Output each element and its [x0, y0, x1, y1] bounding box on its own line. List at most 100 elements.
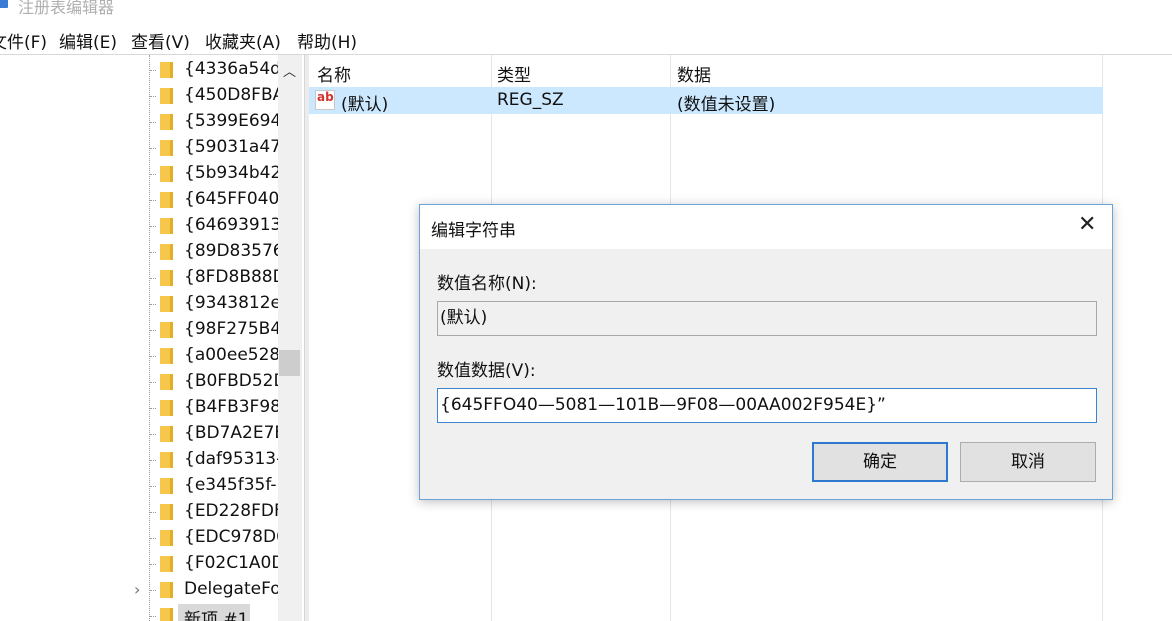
tree-item-label: {F02C1A0D [184, 553, 278, 573]
menu-view[interactable]: 查看(V) [131, 28, 190, 53]
tree-item[interactable]: 新项 #1 [0, 603, 278, 621]
tree-item[interactable]: {9343812e [0, 291, 278, 317]
tree-item-label: {B4FB3F98 [184, 397, 278, 417]
tree-item[interactable]: {89D83576 [0, 239, 278, 265]
tree-scrollbar[interactable]: ︿ [278, 55, 302, 621]
folder-icon [160, 530, 173, 546]
tree-item[interactable]: {a00ee528 [0, 343, 278, 369]
folder-icon [160, 114, 173, 130]
tree-item-label: {645FF040 [184, 189, 278, 209]
registry-icon [0, 0, 8, 8]
tree-item-label: {8FD8B88D [184, 267, 278, 287]
edit-string-dialog: 编辑字符串 ✕ 数值名称(N): (默认) 数值数据(V): {645FFO40… [419, 204, 1113, 500]
tree-item[interactable]: {F02C1A0D [0, 551, 278, 577]
folder-icon [160, 218, 173, 234]
menu-help[interactable]: 帮助(H) [297, 28, 357, 53]
tree-item[interactable]: {BD7A2E7E [0, 421, 278, 447]
tree-connector [150, 174, 156, 175]
folder-icon [160, 270, 173, 286]
close-icon[interactable]: ✕ [1078, 213, 1096, 237]
chevron-right-icon[interactable]: › [134, 580, 140, 599]
folder-icon [160, 608, 173, 621]
tree-item[interactable]: {450D8FBA [0, 83, 278, 109]
tree-connector [150, 486, 156, 487]
cancel-button[interactable]: 取消 [960, 442, 1096, 482]
tree-connector [150, 226, 156, 227]
folder-icon [160, 192, 173, 208]
value-name-field: (默认) [437, 301, 1097, 336]
tree-item-label: {ED228FDF [184, 501, 278, 521]
tree-connector [150, 278, 156, 279]
tree-connector [150, 616, 156, 617]
folder-icon [160, 166, 173, 182]
tree-item-label: {89D83576 [184, 241, 278, 261]
tree-connector [150, 564, 156, 565]
tree-item[interactable]: {64693913 [0, 213, 278, 239]
folder-icon [160, 478, 173, 494]
folder-icon [160, 504, 173, 520]
column-header-name[interactable]: 名称 [317, 61, 351, 86]
folder-icon [160, 140, 173, 156]
tree-item[interactable]: {8FD8B88D [0, 265, 278, 291]
folder-icon [160, 296, 173, 312]
tree-item-label: {5b934b42 [184, 163, 278, 183]
tree-item-label: {64693913 [184, 215, 278, 235]
tree-connector [150, 96, 156, 97]
folder-icon [160, 244, 173, 260]
window-title: 注册表编辑器 [18, 0, 115, 17]
menu-bar: 文件(F) 编辑(E) 查看(V) 收藏夹(A) 帮助(H) [0, 24, 1172, 55]
ok-button[interactable]: 确定 [812, 442, 948, 482]
tree-item[interactable]: {e345f35f- [0, 473, 278, 499]
tree-guide-line [149, 55, 150, 621]
menu-favorites[interactable]: 收藏夹(A) [205, 28, 281, 53]
value-name-label: 数值名称(N): [437, 274, 537, 294]
tree-item-label: {B0FBD52D [184, 371, 278, 391]
tree-item[interactable]: {98F275B4 [0, 317, 278, 343]
tree-item-label: {59031a47 [184, 137, 278, 157]
column-header-data[interactable]: 数据 [677, 61, 711, 86]
tree-item-label: {4336a54d [184, 59, 278, 79]
tree-item[interactable]: {4336a54d [0, 57, 278, 83]
tree-connector [150, 200, 156, 201]
tree-connector [150, 538, 156, 539]
tree-connector [150, 330, 156, 331]
column-header-type[interactable]: 类型 [497, 61, 531, 86]
tree-item[interactable]: {B0FBD52D [0, 369, 278, 395]
tree-connector [150, 512, 156, 513]
menu-edit[interactable]: 编辑(E) [59, 28, 117, 53]
tree-connector [150, 304, 156, 305]
tree-connector [150, 70, 156, 71]
menu-file[interactable]: 文件(F) [0, 28, 47, 53]
folder-icon [160, 426, 173, 442]
registry-tree[interactable]: {4336a54d {450D8FBA {5399E694 {59031a47 {5b9… [0, 55, 278, 621]
folder-icon [160, 556, 173, 572]
tree-item[interactable]: {EDC978D6 [0, 525, 278, 551]
tree-item[interactable]: {ED228FDF [0, 499, 278, 525]
folder-icon [160, 322, 173, 338]
tree-item-label: {a00ee528 [184, 345, 278, 365]
tree-item[interactable]: {5399E694 [0, 109, 278, 135]
scroll-thumb[interactable] [279, 350, 300, 376]
tree-connector [150, 590, 156, 591]
tree-item-label: {e345f35f- [184, 475, 277, 495]
tree-item[interactable]: › DelegateFo [0, 577, 278, 603]
scroll-up-icon[interactable]: ︿ [283, 61, 296, 80]
folder-icon [160, 88, 173, 104]
tree-item-label: {450D8FBA [184, 85, 278, 105]
tree-item[interactable]: {59031a47 [0, 135, 278, 161]
value-data-input[interactable]: {645FFO40—5081—101B—9F08—00AA002F954E}” [437, 388, 1097, 423]
tree-item-label: {5399E694 [184, 111, 278, 131]
tree-item-label: 新项 #1 [184, 610, 249, 621]
value-data-label: 数值数据(V): [437, 361, 536, 381]
tree-item[interactable]: {B4FB3F98 [0, 395, 278, 421]
tree-item[interactable]: {645FF040 [0, 187, 278, 213]
tree-item[interactable]: {5b934b42 [0, 161, 278, 187]
table-row[interactable]: ab (默认) REG_SZ (数值未设置) [309, 87, 1103, 115]
title-bar: 注册表编辑器 [0, 0, 1172, 22]
dialog-title-bar: 编辑字符串 ✕ [420, 205, 1112, 249]
tree-item-label: {BD7A2E7E [184, 423, 278, 443]
tree-connector [150, 460, 156, 461]
value-name: (默认) [341, 95, 389, 115]
tree-item[interactable]: {daf95313- [0, 447, 278, 473]
tree-connector [150, 382, 156, 383]
